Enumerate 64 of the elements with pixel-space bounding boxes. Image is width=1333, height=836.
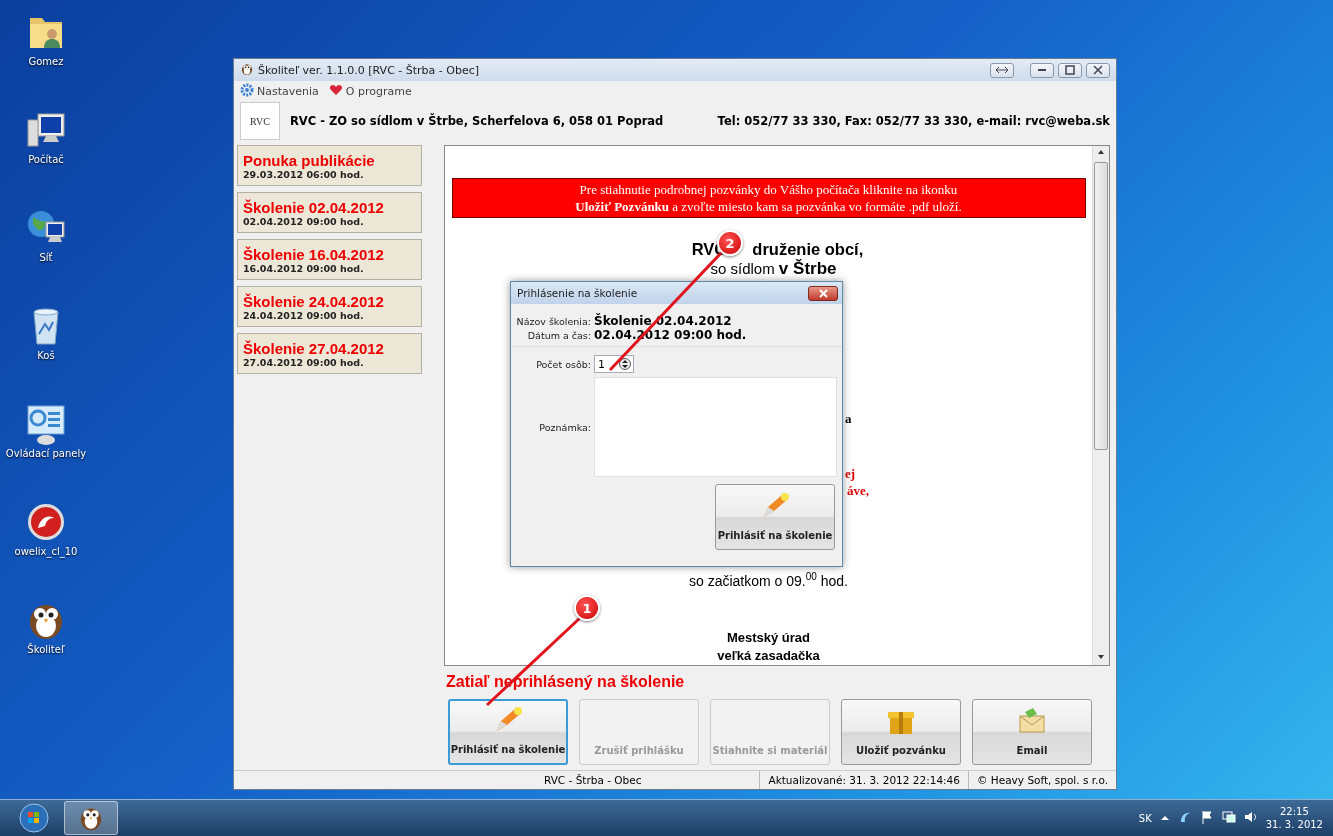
event-list-item[interactable]: Školenie 27.04.2012 27.04.2012 09:00 hod. (237, 333, 422, 374)
info-banner: Pre stiahnutie podrobnej pozvánky do Vášho počítača kliknite na ikonku Uložiť Pozvánku a zvoľte miesto kam sa pozvánka vo formáte .pdf uloží. (451, 178, 1086, 218)
status-bar-text: RVC - Štrba - Obec (542, 773, 643, 788)
desktop-icon-label[interactable]: Počítač (28, 154, 64, 166)
close-icon (817, 288, 829, 298)
maximize-button[interactable] (1058, 62, 1082, 78)
network-icon[interactable] (1221, 810, 1236, 826)
venue-text: Mestský úrad (725, 628, 812, 647)
partial-text: a (845, 411, 852, 427)
event-list-item[interactable]: Školenie 02.04.2012 02.04.2012 09:00 hod. (237, 192, 422, 233)
event-list-item[interactable]: Školenie 16.04.2012 16.04.2012 09:00 hod. (237, 239, 422, 280)
status-bar-text: Aktualizované: 31. 3. 2012 22:14:46 (759, 771, 968, 789)
restore-size-button[interactable] (990, 62, 1014, 78)
submit-button[interactable]: Prihlásiť na školenie (715, 484, 835, 550)
subheading-text: so sídlom v Štrbe (710, 259, 837, 279)
control-panel-icon[interactable] (24, 402, 68, 446)
status-bar-text: © Heavy Soft, spol. s r.o. (968, 771, 1116, 789)
field-label: Názov školenia: (515, 316, 591, 327)
dialog-title: Prihlásenie na školenie (517, 287, 639, 299)
field-label: Poznámka: (538, 421, 591, 433)
venue-text: veľká zasadačka (717, 646, 820, 665)
desktop-icon-label[interactable]: owelix_cl_10 (14, 546, 78, 558)
field-label: Počet osôb: (535, 358, 591, 370)
contact-info: Tel: 052/77 33 330, Fax: 052/77 33 330, e-mail: rvc@weba.sk (717, 114, 1110, 128)
envelope-icon (1017, 706, 1047, 736)
scroll-up-icon (1097, 149, 1105, 155)
clock[interactable]: 22:15 31. 3. 2012 (1265, 805, 1323, 831)
partial-text: ej (845, 466, 856, 482)
window-title: Školiteľ ver. 1.1.0.0 [RVC - Štrba - Obec] (258, 63, 481, 77)
partial-text: áve, (847, 483, 870, 499)
close-button[interactable] (1086, 62, 1110, 78)
minimize-icon (1038, 69, 1046, 71)
organization-address: RVC - ZO so sídlom v Štrbe, Scherfelova 6, 058 01 Poprad (290, 114, 665, 128)
double-arrow-icon (994, 65, 1010, 75)
start-time-text: so začiatkom o 09.$^{00}$ hod. (689, 571, 848, 589)
scroll-down-icon (1097, 654, 1105, 660)
event-list-item[interactable]: Ponuka publikácie 29.03.2012 06:00 hod. (237, 145, 422, 186)
maximize-icon (1063, 65, 1077, 75)
menu-item[interactable]: Nastavenia (240, 82, 319, 100)
desktop-icon-label[interactable]: Gomez (28, 56, 64, 68)
action-button[interactable]: Prihlásiť na školenie (448, 699, 568, 765)
heading-text: druženie obcí, (752, 240, 864, 259)
event-list-item[interactable]: Školenie 24.04.2012 24.04.2012 09:00 hod. (237, 286, 422, 327)
desktop-icon-label[interactable]: Síť (39, 252, 53, 264)
logo: RVC (240, 102, 280, 140)
minimize-button[interactable] (1030, 62, 1054, 78)
field-value: Školenie 02.04.2012 (594, 314, 732, 328)
spinner-arrows-icon[interactable] (619, 357, 631, 371)
note-field[interactable] (594, 377, 837, 477)
field-label: Dátum a čas: (526, 330, 591, 341)
flag-icon[interactable] (1199, 810, 1214, 826)
action-button[interactable]: Uložiť pozvánku (841, 699, 961, 765)
scrollbar[interactable] (1092, 146, 1109, 665)
taskbar-app-button[interactable] (64, 801, 118, 835)
desktop-icon-label[interactable]: Ovládací panely (5, 448, 87, 460)
menu-item[interactable]: O programe (328, 82, 412, 100)
close-icon (1091, 65, 1105, 75)
close-button[interactable] (808, 285, 838, 301)
number-input[interactable]: 1 (594, 355, 634, 373)
desktop-icon-label[interactable]: Školiteľ (27, 644, 65, 656)
desktop-icon-label[interactable]: Koš (37, 350, 55, 362)
action-button[interactable]: Email (972, 699, 1092, 765)
scrollbar-thumb[interactable] (1094, 162, 1108, 450)
language-indicator[interactable]: SK (1138, 812, 1152, 824)
